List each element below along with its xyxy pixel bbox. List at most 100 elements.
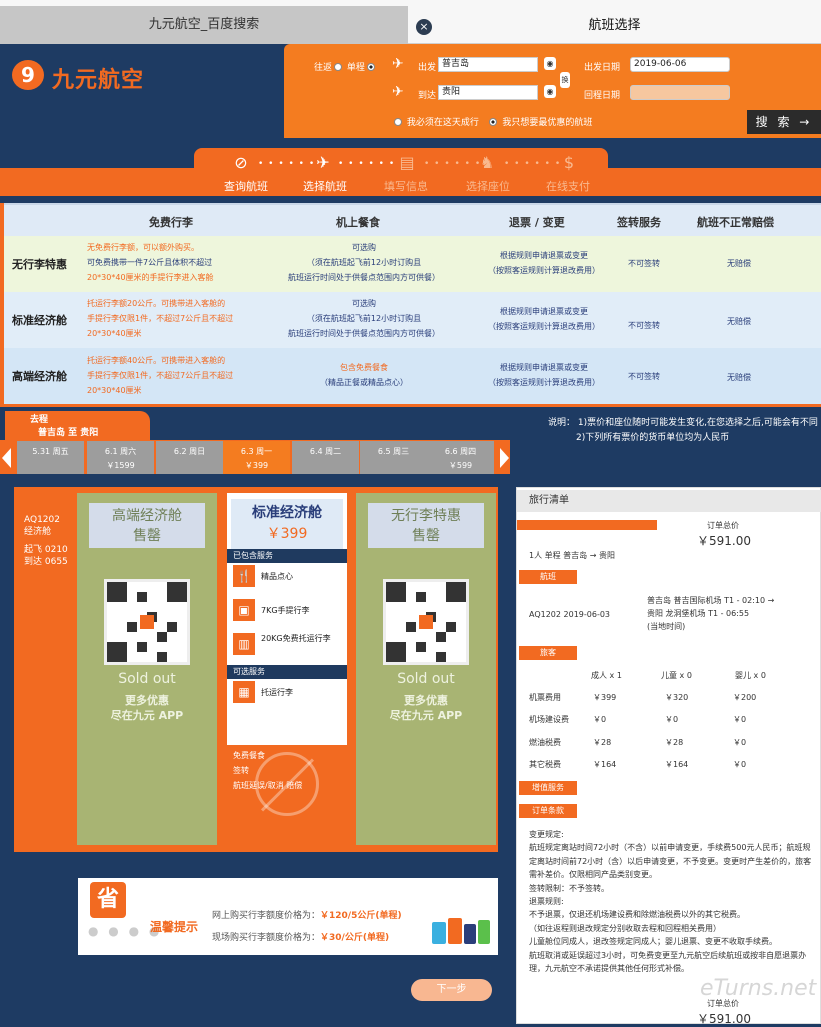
date-option-row: 我必须在这天成行 我只想要最优惠的航班 <box>392 115 592 128</box>
fee-adult: ￥0 <box>593 715 607 724</box>
seat-icon: ♞ <box>479 153 495 172</box>
carry-on-icon: ▣ <box>233 599 255 621</box>
watermark: eTurns.net <box>700 976 817 1001</box>
next-button[interactable]: 下一步 <box>411 979 492 1001</box>
prev-arrow-icon[interactable] <box>2 448 11 468</box>
value-added-tag: 增值服务 <box>519 781 577 795</box>
included-services-bar: 已包含服务 <box>227 549 347 563</box>
reminder-title: 温馨提示 <box>150 920 199 934</box>
arrive-input[interactable]: 贵阳 <box>438 85 538 100</box>
date-cell[interactable]: 5.31 周五 <box>17 441 84 474</box>
roundtrip-radio[interactable] <box>334 63 343 71</box>
meal-text: 可选购 （须在航班起飞前12小时订购且 航班运行时间处于供餐点范围内方可供餐） <box>288 243 440 282</box>
comp-text: 无赔偿 <box>727 259 751 268</box>
search-button[interactable]: 搜 索 → <box>747 110 821 134</box>
next-arrow-icon[interactable] <box>500 448 509 468</box>
order-flight-no: AQ1202 2019-06-03 <box>529 610 611 619</box>
app-qr-code <box>383 579 469 665</box>
fee-infant: ￥0 <box>733 738 747 747</box>
sign-text: 不可签转 <box>628 372 660 381</box>
landing-icon: ✈ <box>392 84 404 100</box>
fee-adult: ￥399 <box>593 693 617 702</box>
luggage-text: 无免费行李额，可以额外购买。 可免费携带一件7公斤且体积不超过 20*30*40厘米… <box>87 243 214 282</box>
search-flight-icon: ⊘ <box>234 153 248 172</box>
meal-text: 包含免费餐食 （精品正餐或精品点心） <box>320 363 408 387</box>
fare-row-standard: 标准经济舱 托运行李额20公斤。可携带进入客舱的 手提行李仅限1件，不超过7公斤且… <box>4 292 821 348</box>
order-brief: 1人 单程 普吉岛 → 贵阳 <box>529 551 615 560</box>
optional-services-bar: 可选服务 <box>227 665 347 679</box>
map-pin-icon[interactable]: ◉ <box>544 57 556 70</box>
date-cell[interactable]: 6.2 周日 <box>156 441 223 474</box>
return-date-input[interactable] <box>630 85 730 100</box>
sign-text: 不可签转 <box>628 259 660 268</box>
must-go-radio[interactable] <box>394 118 402 126</box>
flight-info: AQ1202 经济舱 起飞 0210 到达 0655 <box>24 514 68 568</box>
online-price: 网上购买行李额度价格为：￥120/5公斤(单程) <box>212 911 402 921</box>
cheapest-radio[interactable] <box>489 118 498 126</box>
date-cell[interactable]: 6.1 周六 ￥1599 <box>87 441 154 474</box>
app-qr-code <box>104 579 190 665</box>
step-pay: 在线支付 <box>546 180 590 193</box>
fare-row-premium: 高端经济舱 托运行李额40公斤。可携带进入客舱的 手提行李仅限1件，不超过7公斤且… <box>4 348 821 404</box>
comp-text: 无赔偿 <box>727 317 751 326</box>
card-title: 标准经济舱 ￥399 <box>231 499 343 549</box>
app-promo: 更多优惠 尽在九元 APP <box>110 694 184 722</box>
col-refund: 退票 / 变更 <box>509 216 565 229</box>
flight-cabin: 经济舱 <box>24 527 52 537</box>
total-price: ￥591.00 <box>697 534 751 548</box>
trip-label: 去程 普吉岛 至 贵阳 <box>5 411 150 443</box>
refund-text: 根据规则申请退票或变更 （按照客运规则计算退改费用） <box>488 363 600 387</box>
fee-infant: ￥200 <box>733 693 757 702</box>
date-cell-selected[interactable]: 6.3 周一 ￥399 <box>223 441 290 474</box>
swap-button[interactable]: 换 <box>560 72 570 88</box>
refund-text: 根据规则申请退票或变更 （按照客运规则计算退改费用） <box>488 251 600 275</box>
order-route: 普吉岛 普吉国际机场 T1 - 02:10 → 贵阳 龙洞堡机场 T1 - 06:… <box>647 596 775 631</box>
date-cell[interactable]: 6.6 周四 ￥599 <box>427 441 494 474</box>
step-fill: 填写信息 <box>384 180 428 193</box>
price-notes: 说明： 1)票价和座位随时可能发生变化,在您选择之后,可能会有不同 2)下列所有票… <box>548 418 818 443</box>
step-divider: • • • • • • <box>258 159 316 169</box>
return-date-label: 回程日期 <box>584 91 621 101</box>
depart-input[interactable]: 普吉岛 <box>438 57 538 72</box>
passenger-tag: 旅客 <box>519 646 577 660</box>
must-go-label: 我必须在这天成行 <box>406 118 479 128</box>
save-icon: 省 <box>90 882 126 918</box>
step-divider: • • • • • • <box>424 159 482 169</box>
flight-arrival: 到达 0655 <box>24 557 68 567</box>
col-meal: 机上餐食 <box>336 216 380 229</box>
date-cell[interactable]: 6.4 周二 <box>292 441 359 474</box>
map-pin-icon[interactable]: ◉ <box>544 85 556 98</box>
comp-text: 无赔偿 <box>727 373 751 382</box>
plane-icon: ✈ <box>316 153 330 172</box>
fare-name: 标准经济舱 <box>12 314 67 327</box>
sign-text: 不可签转 <box>628 321 660 330</box>
excluded-title: 不包含服务 <box>233 720 294 734</box>
browser-tab-bar: 九元航空_百度搜索 × 航班选择 <box>0 0 821 44</box>
fee-name: 机场建设费 <box>529 715 569 724</box>
trip-type: 往返 单程 <box>314 60 377 73</box>
standard-economy-card[interactable]: 标准经济舱 ￥399 已包含服务 🍴 精品点心 ▣ 7KG手提行李 ▥ 20KG免费托运… <box>227 493 347 745</box>
takeoff-icon: ✈ <box>392 56 404 72</box>
fare-name: 高端经济舱 <box>12 370 67 383</box>
luggage-icon: ▦ <box>233 681 255 703</box>
total-price-bottom: ￥591.00 <box>697 1012 751 1026</box>
step-seat: 选择座位 <box>466 180 510 193</box>
total-label: 订单总价 <box>707 521 739 530</box>
oneway-radio[interactable] <box>366 63 375 71</box>
depart-date-input[interactable]: 2019-06-06 <box>630 57 730 72</box>
tab-flight-select[interactable]: 航班选择 <box>408 0 821 44</box>
luggage-illustration-icon <box>430 914 490 948</box>
date-cell[interactable]: 6.5 周三 <box>360 441 427 474</box>
order-title: 旅行清单 <box>517 490 821 512</box>
fare-table-header: 免费行李 机上餐食 退票 / 变更 签转服务 航班不正常赔偿 <box>4 203 821 236</box>
fee-infant: ￥0 <box>733 760 747 769</box>
tab-baidu-search[interactable]: 九元航空_百度搜索 <box>0 6 408 44</box>
col-sign: 签转服务 <box>617 216 661 229</box>
fare-name: 无行李特惠 <box>12 258 67 271</box>
terms-tag: 订单条款 <box>519 804 577 818</box>
logo-icon: 9 <box>12 60 44 90</box>
flight-departure: 起飞 0210 <box>24 545 68 555</box>
fee-name: 燃油税费 <box>529 738 561 747</box>
reminder-box: 省 ● ● ● ● 温馨提示 网上购买行李额度价格为：￥120/5公斤(单程) … <box>78 878 498 955</box>
order-summary: 旅行清单 订单总价 ￥591.00 1人 单程 普吉岛 → 贵阳 航班 AQ12… <box>516 487 821 1026</box>
